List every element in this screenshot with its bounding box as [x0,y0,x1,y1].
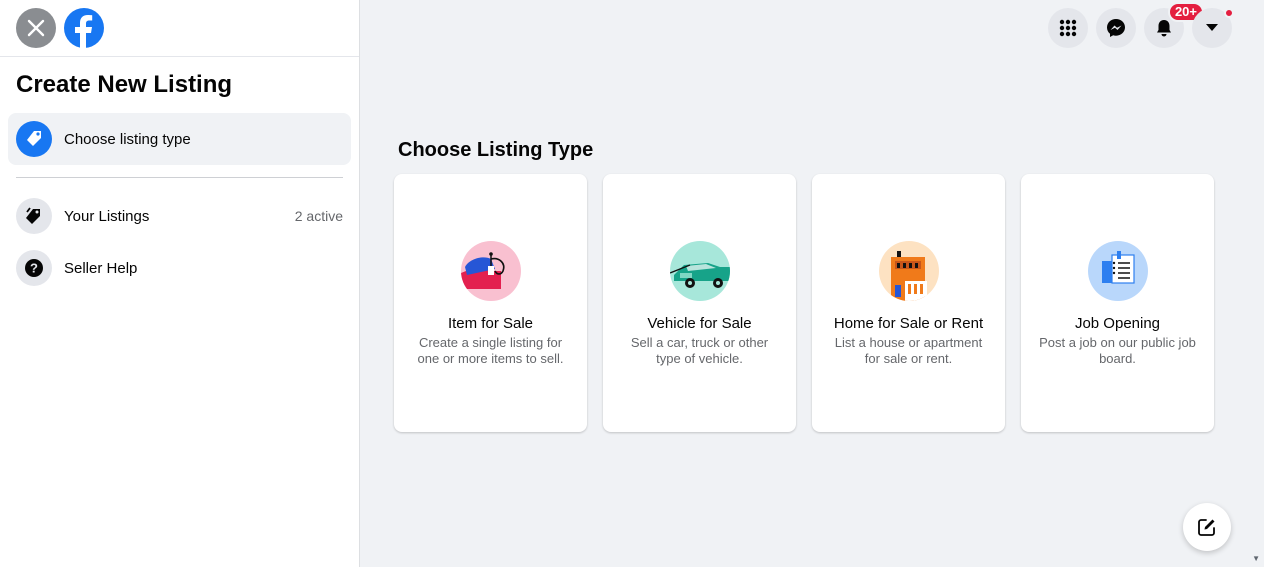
sidebar-divider [16,177,343,178]
card-title: Home for Sale or Rent [833,315,984,332]
choose-listing-type-label: Choose listing type [64,130,191,148]
vehicle-illustration [669,241,730,301]
your-listings-label: Your Listings [64,207,150,225]
svg-text:?: ? [30,261,38,276]
page-title: Choose Listing Type [398,139,594,161]
home-illustration [878,241,939,301]
sidebar-item-seller-help[interactable]: ? Seller Help [0,242,359,294]
messenger-icon [1107,19,1125,37]
facebook-logo[interactable] [64,8,104,48]
menu-button[interactable] [1048,8,1088,48]
active-count: 2 active [294,208,343,224]
listing-type-cards: Item for Sale Create a single listing fo… [394,174,1214,432]
alert-dot [1224,8,1234,18]
card-job-opening[interactable]: Job Opening Post a job on our public job… [1021,174,1214,432]
card-description: List a house or apartment for sale or re… [834,335,983,366]
card-description: Create a single listing for one or more … [417,335,564,366]
notifications-button[interactable]: 20+ [1144,2,1204,48]
sidebar-item-your-listings[interactable]: Your Listings 2 active [0,190,359,242]
card-title: Job Opening [1074,315,1161,332]
bell-icon [1157,20,1171,37]
scroll-down-arrow[interactable]: ▼ [1252,554,1260,563]
card-description: Post a job on our public job board. [1039,335,1196,366]
card-vehicle-for-sale[interactable]: Vehicle for Sale Sell a car, truck or ot… [603,174,796,432]
grid-menu-icon [1059,19,1077,37]
choose-listing-type-item[interactable]: Choose listing type [8,113,351,165]
sidebar-title: Create New Listing [16,71,233,98]
tag-icon [16,198,52,234]
question-icon: ? [16,250,52,286]
card-title: Item for Sale [447,315,534,332]
card-description: Sell a car, truck or other type of vehic… [630,335,769,366]
messenger-button[interactable] [1096,8,1136,48]
price-tag-icon [16,121,52,157]
job-illustration [1087,241,1148,301]
facebook-f-icon [75,15,93,48]
new-message-button[interactable] [1183,503,1231,551]
compose-icon [1198,519,1215,536]
top-navigation: 20+ [1048,2,1234,48]
card-title: Vehicle for Sale [647,315,752,332]
sidebar: Create New Listing Choose listing type Y… [0,0,360,567]
seller-help-label: Seller Help [64,259,138,277]
card-home-for-sale-or-rent[interactable]: Home for Sale or Rent List a house or ap… [812,174,1005,432]
close-icon [27,19,45,37]
close-button[interactable] [16,8,56,48]
item-illustration [460,241,521,301]
account-menu-button[interactable] [1192,8,1234,48]
caret-down-icon [1206,24,1218,31]
sidebar-header [0,0,359,57]
card-item-for-sale[interactable]: Item for Sale Create a single listing fo… [394,174,587,432]
